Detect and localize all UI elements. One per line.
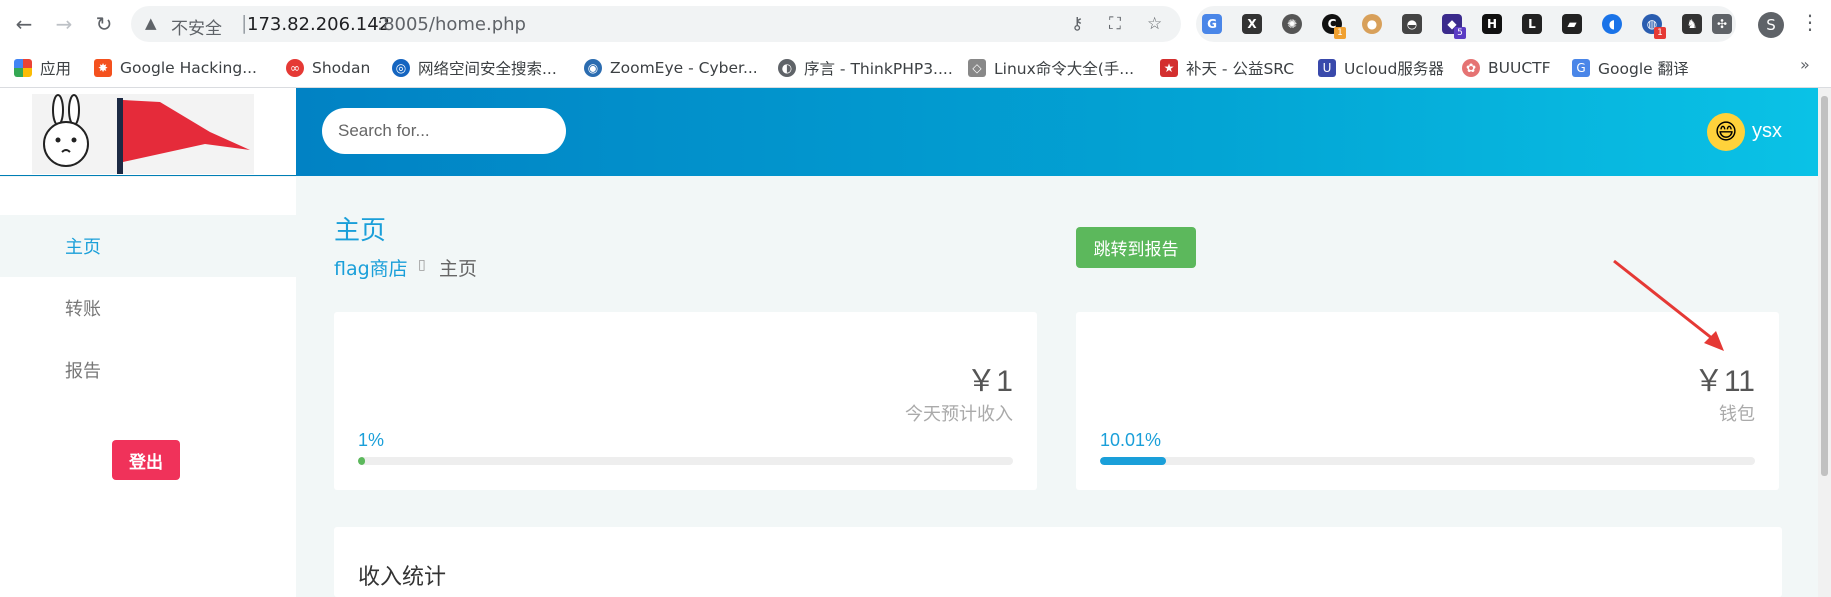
apps-grid-icon (14, 59, 32, 77)
bookmark-label: 序言 - ThinkPHP3.... (804, 60, 953, 78)
reload-icon[interactable]: ↻ (92, 12, 116, 36)
bookmark-ucloud[interactable]: U Ucloud服务器 (1318, 56, 1444, 80)
bookmark-linux-commands[interactable]: ◇ Linux命令大全(手... (968, 56, 1134, 80)
forward-arrow-icon[interactable]: → (52, 12, 76, 36)
url-path: :8005/home.php (377, 14, 526, 35)
ucloud-icon: U (1318, 59, 1336, 77)
security-label: 不安全 (171, 19, 222, 39)
hacker-extension-icon[interactable]: ♞ (1682, 14, 1702, 34)
cyberspace-search-icon: ◎ (392, 59, 410, 77)
page-scrollbar[interactable] (1818, 88, 1831, 597)
bookmark-label: BUUCTF (1488, 59, 1551, 77)
buuctf-icon: ✿ (1462, 59, 1480, 77)
bookmark-google-translate[interactable]: G Google 翻译 (1572, 56, 1689, 80)
zoomeye-icon: ◉ (584, 59, 602, 77)
bookmark-cyberspace-search[interactable]: ◎ 网络空间安全搜索... (392, 56, 557, 80)
income-progress-fill (358, 457, 365, 465)
wallet-progress-track (1100, 457, 1755, 465)
bookmark-shodan[interactable]: ∞ Shodan (286, 56, 370, 80)
income-stats-panel: 收入统计 (334, 527, 1782, 597)
bookmark-label: Ucloud服务器 (1344, 60, 1444, 78)
extension-badge: 5 (1454, 27, 1466, 39)
extension-badge: 1 (1334, 27, 1346, 39)
bookmark-label: Linux命令大全(手... (994, 60, 1135, 78)
breadcrumb-current: 主页 (439, 258, 478, 280)
browser-toolbar: ← → ↻ ▲ 不安全 | 173.82.206.142 :8005/home.… (0, 0, 1831, 48)
mask-extension-icon[interactable]: ◓ (1402, 14, 1422, 34)
user-avatar[interactable]: 😄 (1707, 113, 1745, 151)
bookmarks-overflow-icon[interactable]: » (1800, 55, 1810, 74)
wallet-label: 钱包 (1719, 404, 1755, 425)
bookmark-label: Shodan (312, 59, 371, 77)
bookmark-label: 补天 - 公益SRC (1186, 60, 1295, 78)
page-title: 主页 (334, 216, 387, 246)
sidebar: 主页 转账 报告 登出 (0, 177, 296, 597)
drop-extension-icon[interactable]: ◖ (1602, 14, 1622, 34)
logout-button[interactable]: 登出 (112, 440, 180, 480)
bookmarks-bar: 应用 ✸ Google Hacking... ∞ Shodan ◎ 网络空间安全… (0, 48, 1831, 88)
bookmark-star-icon[interactable]: ☆ (1147, 14, 1162, 34)
income-percent: 1% (358, 430, 385, 450)
sidebar-item-report[interactable]: 报告 (0, 339, 296, 401)
income-card: ￥1 今天预计收入 1% (334, 312, 1037, 490)
sidebar-item-home[interactable]: 主页 (0, 215, 296, 277)
bookmark-zoomeye[interactable]: ◉ ZoomEye - Cyber... (584, 56, 758, 80)
google-translate-extension-icon[interactable]: G (1202, 14, 1222, 34)
username[interactable]: ysx (1752, 120, 1782, 143)
back-arrow-icon[interactable]: ← (12, 12, 36, 36)
cookie-extension-icon[interactable]: ● (1362, 14, 1382, 34)
bookmark-thinkphp[interactable]: ◐ 序言 - ThinkPHP3.... (778, 56, 953, 80)
translate-icon[interactable]: ⛶ (1109, 14, 1121, 34)
linux-icon: ◇ (968, 59, 986, 77)
site-logo-area (0, 88, 296, 176)
glasses-extension-icon[interactable]: ▰ (1562, 14, 1582, 34)
extension-badge: 1 (1654, 27, 1666, 39)
wallet-percent: 10.01% (1100, 430, 1162, 450)
google-translate-icon: G (1572, 59, 1590, 77)
profile-avatar[interactable]: S (1758, 12, 1784, 38)
bookmark-label: 网络空间安全搜索... (418, 60, 557, 78)
bookmark-butian[interactable]: ★ 补天 - 公益SRC (1160, 56, 1294, 80)
x-extension-icon[interactable]: X (1242, 14, 1262, 34)
income-progress-track (358, 457, 1013, 465)
bookmark-google-hacking[interactable]: ✸ Google Hacking... (94, 56, 257, 80)
address-bar[interactable]: ▲ 不安全 | 173.82.206.142 :8005/home.php ⚷ … (131, 6, 1181, 42)
breadcrumb-shop-link[interactable]: flag商店 (334, 254, 408, 281)
top-header: 😄 ysx (296, 88, 1818, 176)
go-to-report-button[interactable]: 跳转到报告 (1076, 227, 1196, 268)
wallet-progress-fill (1100, 457, 1166, 465)
l-extension-icon[interactable]: L (1522, 14, 1542, 34)
site-logo (32, 94, 254, 174)
google-hacking-icon: ✸ (94, 59, 112, 77)
annotation-arrow (1613, 259, 1724, 351)
extensions-bar: G X ✺ C 1 ● ◓ ◆ 5 H L ▰ ◖ ◍ 1 ♞ ✣ (1196, 6, 1736, 42)
warning-triangle-icon: ▲ (145, 14, 157, 32)
url-host: 173.82.206.142 (247, 14, 391, 35)
gear-extension-icon[interactable]: ✺ (1282, 14, 1302, 34)
income-label: 今天预计收入 (905, 404, 1013, 425)
h-extension-icon[interactable]: H (1482, 14, 1502, 34)
search-input[interactable] (322, 108, 566, 154)
bookmark-buuctf[interactable]: ✿ BUUCTF (1462, 56, 1551, 80)
key-icon[interactable]: ⚷ (1071, 14, 1083, 34)
bookmark-label: ZoomEye - Cyber... (610, 59, 758, 77)
income-stats-title: 收入统计 (358, 565, 447, 590)
bookmark-label: 应用 (40, 60, 72, 78)
browser-menu-icon[interactable]: ⋮ (1800, 10, 1820, 34)
bookmark-label: Google 翻译 (1598, 60, 1689, 78)
bookmark-label: Google Hacking... (120, 59, 257, 77)
butian-icon: ★ (1160, 59, 1178, 77)
shodan-icon: ∞ (286, 59, 304, 77)
puzzle-extensions-icon[interactable]: ✣ (1712, 14, 1732, 34)
bookmark-apps[interactable]: 应用 (14, 56, 71, 80)
income-value: ￥1 (966, 365, 1013, 398)
globe-icon: ◐ (778, 59, 796, 77)
breadcrumb-separator-icon: ▯ (418, 257, 426, 273)
scrollbar-thumb[interactable] (1821, 96, 1828, 476)
sidebar-item-transfer[interactable]: 转账 (0, 277, 296, 339)
